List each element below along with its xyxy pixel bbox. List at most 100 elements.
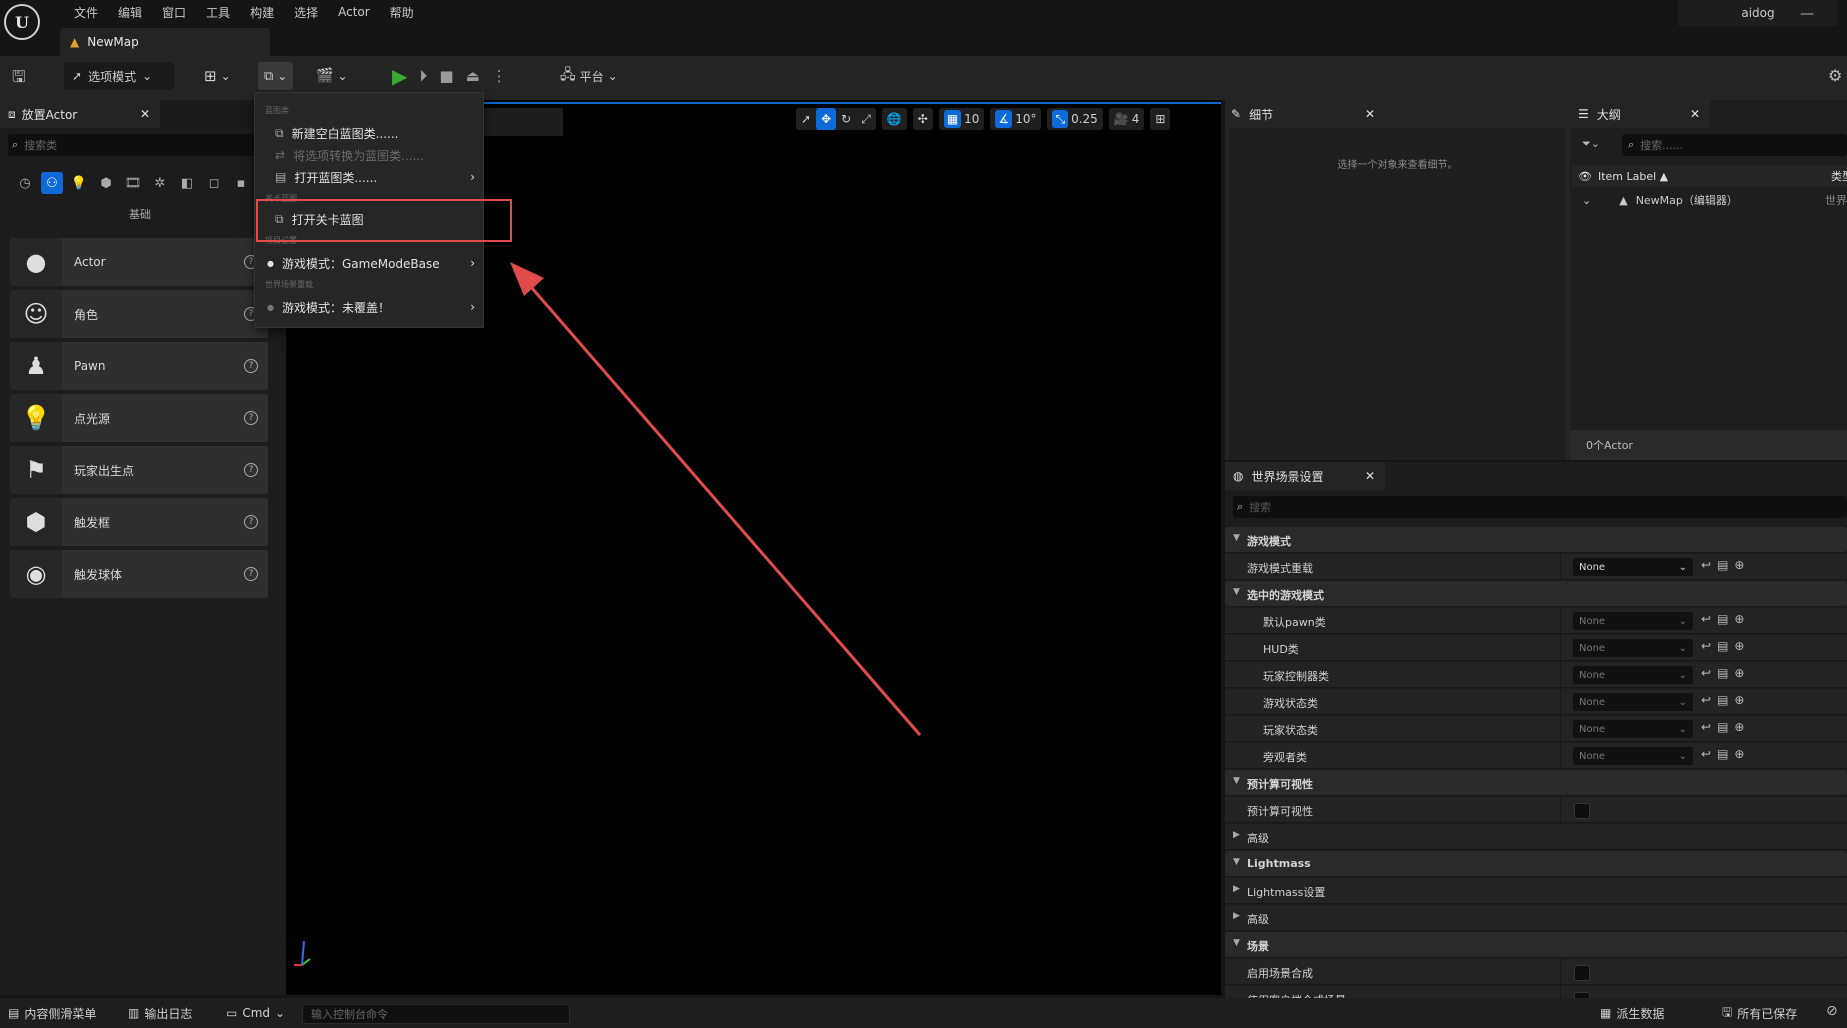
use-selected-icon[interactable]: ↩ bbox=[1701, 666, 1711, 680]
cmd-button[interactable]: ▭ Cmd ⌄ bbox=[226, 1001, 285, 1025]
class-select-dropdown[interactable]: None ⌄ bbox=[1573, 558, 1693, 576]
expand-arrow-icon[interactable]: ▼ bbox=[1233, 938, 1240, 948]
world-settings-search-input[interactable]: ⌕ 搜索 bbox=[1233, 496, 1847, 518]
add-icon[interactable]: ⊕ bbox=[1734, 747, 1744, 761]
class-select-dropdown[interactable]: None ⌄ bbox=[1573, 693, 1693, 711]
add-icon[interactable]: ⊕ bbox=[1734, 720, 1744, 734]
settings-row[interactable]: ▶ 高级 bbox=[1225, 905, 1847, 931]
outliner-row-name: NewMap（编辑器） bbox=[1635, 194, 1738, 207]
collapsed-arrow-icon[interactable]: ▶ bbox=[1233, 884, 1240, 894]
close-icon[interactable]: ✕ bbox=[1365, 107, 1375, 121]
eye-icon[interactable]: 👁 bbox=[1578, 170, 1592, 183]
close-icon[interactable]: ✕ bbox=[1690, 107, 1700, 121]
details-body bbox=[1229, 128, 1566, 460]
use-selected-icon[interactable]: ↩ bbox=[1701, 639, 1711, 653]
menu-item-label: 游戏模式：未覆盖！ bbox=[281, 300, 390, 315]
settings-label: 默认pawn类 bbox=[1263, 616, 1326, 629]
content-drawer-label: 内容侧滑菜单 bbox=[24, 1006, 97, 1021]
browse-icon[interactable]: ▤ bbox=[1717, 666, 1728, 680]
class-select-dropdown[interactable]: None ⌄ bbox=[1573, 639, 1693, 657]
menu-item-game-mode-world[interactable]: ● 游戏模式：未覆盖！ › bbox=[267, 297, 475, 317]
add-icon[interactable]: ⊕ bbox=[1734, 612, 1744, 626]
expand-arrow-icon[interactable]: ▼ bbox=[1233, 857, 1240, 867]
add-icon[interactable]: ⊕ bbox=[1734, 639, 1744, 653]
settings-label: 玩家状态类 bbox=[1263, 724, 1318, 737]
bullet-icon: ● bbox=[267, 258, 274, 268]
menu-item-open-blueprint[interactable]: ▤ 打开蓝图类...... › bbox=[275, 167, 475, 187]
content-drawer-button[interactable]: ▤ 内容侧滑菜单 bbox=[8, 1001, 96, 1025]
use-selected-icon[interactable]: ↩ bbox=[1701, 612, 1711, 626]
menu-item-new-blank-blueprint[interactable]: ⧉ 新建空白蓝图类...... bbox=[275, 123, 398, 143]
collapsed-arrow-icon[interactable]: ▶ bbox=[1233, 830, 1240, 840]
select-value: None bbox=[1579, 669, 1606, 681]
console-command-input[interactable]: 输入控制台命令 bbox=[302, 1004, 570, 1024]
select-value: None bbox=[1579, 696, 1606, 708]
output-log-label: 输出日志 bbox=[144, 1006, 193, 1021]
settings-category[interactable]: ▼ Lightmass bbox=[1225, 851, 1847, 877]
checkbox[interactable] bbox=[1574, 803, 1590, 819]
cmd-label: Cmd bbox=[242, 1006, 271, 1020]
expand-arrow-icon[interactable]: ▼ bbox=[1233, 533, 1240, 543]
settings-category[interactable]: ▼ 场景 bbox=[1225, 932, 1847, 958]
class-select-dropdown[interactable]: None ⌄ bbox=[1573, 747, 1693, 765]
select-value: None bbox=[1579, 750, 1606, 762]
terminal-icon: ▭ bbox=[226, 1006, 238, 1020]
axis-gizmo bbox=[294, 940, 311, 966]
settings-row[interactable]: ▶ Lightmass设置 bbox=[1225, 878, 1847, 904]
checkbox[interactable] bbox=[1574, 965, 1590, 981]
browse-icon[interactable]: ▤ bbox=[1717, 693, 1728, 707]
source-control-icon[interactable]: ⊘ bbox=[1826, 1003, 1838, 1019]
menu-item-label: 将选项转换为蓝图类...... bbox=[293, 148, 424, 163]
settings-label: 旁观者类 bbox=[1263, 751, 1307, 764]
settings-label: 高级 bbox=[1247, 913, 1269, 926]
browse-icon[interactable]: ▤ bbox=[1717, 720, 1728, 734]
menu-item-game-mode-project[interactable]: ● 游戏模式：GameModeBase › bbox=[267, 253, 475, 273]
expand-icon[interactable]: ⌄ bbox=[1582, 194, 1591, 207]
arrow-line bbox=[523, 279, 922, 736]
class-select-dropdown[interactable]: None ⌄ bbox=[1573, 612, 1693, 630]
browse-icon[interactable]: ▤ bbox=[1717, 747, 1728, 761]
browse-icon[interactable]: ▤ bbox=[1717, 558, 1728, 572]
settings-category[interactable]: ▼ 选中的游戏模式 bbox=[1225, 581, 1847, 607]
class-select-dropdown[interactable]: None ⌄ bbox=[1573, 666, 1693, 684]
add-icon[interactable]: ⊕ bbox=[1734, 693, 1744, 707]
outliner-header: 👁 Item Label ▲ 类型 bbox=[1572, 166, 1847, 186]
browse-icon[interactable]: ▤ bbox=[1717, 612, 1728, 626]
settings-category[interactable]: ▼ 预计算可视性 bbox=[1225, 770, 1847, 796]
filter-icon[interactable]: ⏷⌄ bbox=[1582, 137, 1600, 151]
chevron-right-icon: › bbox=[470, 170, 475, 184]
close-icon[interactable]: ✕ bbox=[1365, 469, 1375, 483]
add-icon[interactable]: ⊕ bbox=[1734, 558, 1744, 572]
class-select-dropdown[interactable]: None ⌄ bbox=[1573, 720, 1693, 738]
search-icon: ⌕ bbox=[1237, 500, 1244, 513]
outliner-search-input[interactable]: ⌕ 搜索...... bbox=[1622, 134, 1847, 156]
use-selected-icon[interactable]: ↩ bbox=[1701, 693, 1711, 707]
expand-arrow-icon[interactable]: ▼ bbox=[1233, 587, 1240, 597]
use-selected-icon[interactable]: ↩ bbox=[1701, 747, 1711, 761]
asset-actions: ↩ ▤ ⊕ bbox=[1701, 720, 1744, 734]
expand-arrow-icon[interactable]: ▼ bbox=[1233, 776, 1240, 786]
tab-outliner[interactable]: ☰ 大纲 ✕ bbox=[1570, 100, 1710, 128]
settings-label: 预计算可视性 bbox=[1247, 805, 1313, 818]
outliner-row[interactable]: ⌄ ▲ NewMap（编辑器） 世界 bbox=[1572, 190, 1847, 210]
browse-icon[interactable]: ▤ bbox=[1717, 639, 1728, 653]
settings-row: 默认pawn类 None ⌄ ↩ ▤ ⊕ bbox=[1225, 608, 1847, 634]
column-type[interactable]: 类型 bbox=[1831, 168, 1847, 184]
settings-category[interactable]: ▼ 游戏模式 bbox=[1225, 527, 1847, 553]
collapsed-arrow-icon[interactable]: ▶ bbox=[1233, 911, 1240, 921]
output-log-button[interactable]: ▥ 输出日志 bbox=[128, 1001, 192, 1025]
tab-world-settings[interactable]: ◍ 世界场景设置 ✕ bbox=[1225, 462, 1385, 490]
save-status-button[interactable]: 🖫 所有已保存 bbox=[1722, 1001, 1797, 1025]
column-item-label[interactable]: Item Label ▲ bbox=[1598, 170, 1668, 183]
save-all-icon: 🖫 bbox=[1722, 1004, 1733, 1019]
add-icon[interactable]: ⊕ bbox=[1734, 666, 1744, 680]
menu-item-convert-to-blueprint[interactable]: ⇄ 将选项转换为蓝图类...... bbox=[275, 145, 424, 165]
use-selected-icon[interactable]: ↩ bbox=[1701, 558, 1711, 572]
derived-data-button[interactable]: ▦ 派生数据 bbox=[1600, 1001, 1664, 1025]
settings-row[interactable]: ▶ 高级 bbox=[1225, 824, 1847, 850]
section-world-override: 世界场景重载 bbox=[265, 280, 313, 289]
derived-data-icon: ▦ bbox=[1600, 1006, 1612, 1020]
use-selected-icon[interactable]: ↩ bbox=[1701, 720, 1711, 734]
settings-row: 玩家状态类 None ⌄ ↩ ▤ ⊕ bbox=[1225, 716, 1847, 742]
tab-details[interactable]: ✎ 细节 ✕ bbox=[1225, 100, 1385, 128]
